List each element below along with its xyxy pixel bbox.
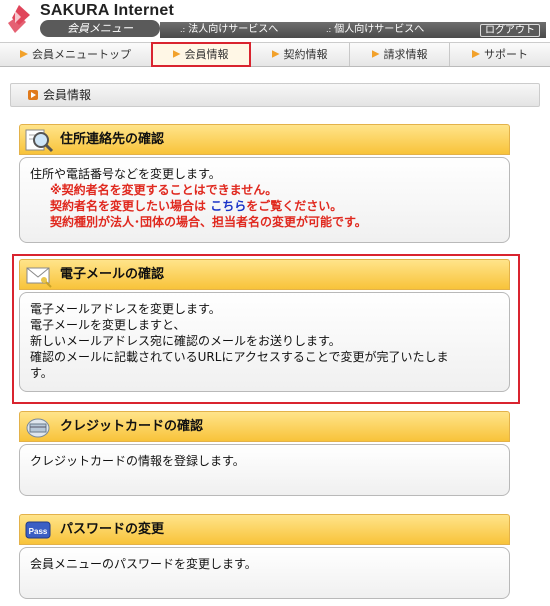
sakura-logo-icon xyxy=(8,5,30,33)
email-line-4: 確認のメールに記載されているURLにアクセスすることで変更が完了いたしま xyxy=(30,350,449,364)
email-card-body: 電子メールアドレスを変更します。 電子メールを変更しますと、 新しいメールアドレ… xyxy=(19,292,510,392)
email-card-header[interactable]: 電子メールの確認 xyxy=(19,259,510,290)
nav-item-member-info[interactable]: 会員情報 xyxy=(151,42,251,67)
password-card: Pass パスワードの変更 会員メニューのパスワードを変更します。 xyxy=(19,514,510,599)
nav-item-support[interactable]: サポート xyxy=(450,43,550,66)
envelope-icon xyxy=(26,267,52,288)
email-line-2: 電子メールを変更しますと、 xyxy=(30,318,186,332)
nav-bullet-icon xyxy=(371,50,380,58)
nav-bullet-icon xyxy=(271,50,280,58)
password-description: 会員メニューのパスワードを変更します。 xyxy=(30,557,257,571)
password-card-title: パスワードの変更 xyxy=(60,522,165,537)
password-card-header[interactable]: Pass パスワードの変更 xyxy=(19,514,510,545)
nav-bullet-icon xyxy=(20,50,28,58)
nav-item-contract-info[interactable]: 契約情報 xyxy=(250,43,350,66)
heading-bullet-icon xyxy=(28,90,38,100)
arrow-icon: .: xyxy=(326,25,332,34)
top-bar: .: 法人向けサービスへ .: 個人向けサービスへ ログアウト xyxy=(160,22,546,38)
personal-service-link[interactable]: .: 個人向けサービスへ xyxy=(326,22,424,38)
brand-subtitle: 会員メニュー xyxy=(40,20,160,37)
credit-card-description: クレジットカードの情報を登録します。 xyxy=(30,454,245,468)
nav-item-billing-info[interactable]: 請求情報 xyxy=(350,43,450,66)
corporate-service-link[interactable]: .: 法人向けサービスへ xyxy=(180,22,278,38)
here-link[interactable]: こちら xyxy=(210,199,246,213)
logout-button[interactable]: ログアウト xyxy=(480,24,540,37)
email-line-5: す。 xyxy=(30,366,53,380)
credit-card-title: クレジットカードの確認 xyxy=(60,419,204,434)
credit-card-card: クレジットカードの確認 クレジットカードの情報を登録します。 xyxy=(19,411,510,496)
email-line-1: 電子メールアドレスを変更します。 xyxy=(30,302,221,316)
nav-bullet-icon xyxy=(472,50,480,58)
address-card: 住所連絡先の確認 住所や電話番号などを変更します。 ※契約者名を変更することはで… xyxy=(19,124,510,243)
pass-icon: Pass xyxy=(25,521,51,539)
header: SAKURA Internet 会員メニュー .: 法人向けサービスへ .: 個人向… xyxy=(0,0,550,42)
email-card: 電子メールの確認 電子メールアドレスを変更します。 電子メールを変更しますと、 … xyxy=(19,259,510,392)
nav-item-member-top[interactable]: 会員メニュートップ xyxy=(0,43,152,66)
main-nav: 会員メニュートップ 会員情報 契約情報 請求情報 サポート xyxy=(0,42,550,67)
credit-card-header[interactable]: クレジットカードの確認 xyxy=(19,411,510,442)
address-warning-3: 契約種別が法人･団体の場合、担当者名の変更が可能です。 xyxy=(50,215,367,229)
address-description: 住所や電話番号などを変更します。 xyxy=(30,167,221,181)
address-card-title: 住所連絡先の確認 xyxy=(60,132,165,147)
address-card-header[interactable]: 住所連絡先の確認 xyxy=(19,124,510,155)
brand-name: SAKURA Internet xyxy=(40,2,174,19)
password-card-body: 会員メニューのパスワードを変更します。 xyxy=(19,547,510,599)
svg-text:Pass: Pass xyxy=(29,527,48,536)
email-card-title: 電子メールの確認 xyxy=(60,267,165,282)
magnifier-icon xyxy=(25,129,54,153)
page-title: 会員情報 xyxy=(10,83,540,107)
arrow-icon: .: xyxy=(180,25,186,34)
credit-card-icon xyxy=(26,418,50,438)
address-warning-1: ※契約者名を変更することはできません。 xyxy=(50,183,278,197)
address-warning-2: 契約者名を変更したい場合は こちらをご覧ください。 xyxy=(50,199,343,213)
address-card-body: 住所や電話番号などを変更します。 ※契約者名を変更することはできません。 契約者… xyxy=(19,157,510,243)
credit-card-body: クレジットカードの情報を登録します。 xyxy=(19,444,510,496)
nav-bullet-icon xyxy=(172,50,181,58)
email-line-3: 新しいメールアドレス宛に確認のメールをお送りします。 xyxy=(30,334,341,348)
